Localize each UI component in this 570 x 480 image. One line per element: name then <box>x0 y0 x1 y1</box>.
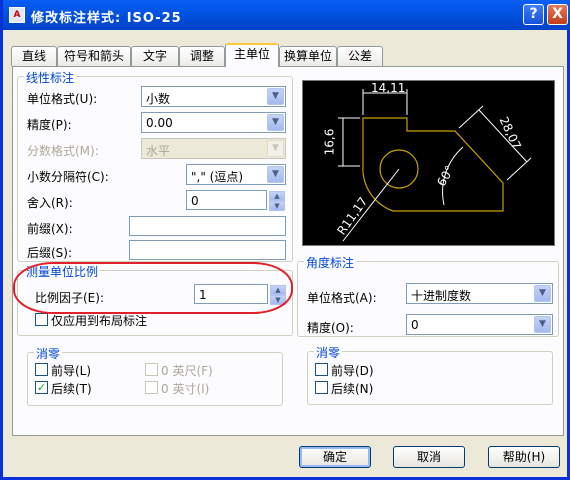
unit-format-value: 小数 <box>146 92 171 106</box>
tab-fit[interactable]: 调整 <box>179 46 225 66</box>
dimension-preview: 14,11 16,6 28,07 60° R11,17 <box>302 80 555 246</box>
scale-factor-input[interactable]: 1 ▲ ▼ <box>194 284 286 305</box>
chevron-down-icon: ▼ <box>267 140 284 157</box>
chevron-down-icon[interactable]: ▼ <box>267 88 284 105</box>
decimal-separator-value: "," (逗点) <box>191 170 244 184</box>
help-title-button[interactable]: ? <box>523 4 544 25</box>
round-off-label: 舍入(R): <box>27 196 73 210</box>
zero-feet-label: 0 英尺(F) <box>161 364 213 378</box>
prefix-label: 前缀(X): <box>27 222 73 236</box>
chevron-down-icon[interactable]: ▼ <box>534 316 551 333</box>
trailing-zero-checkbox[interactable]: ✓ <box>35 381 48 394</box>
round-off-spinner[interactable]: ▲ ▼ <box>269 191 285 211</box>
window-title: 修改标注样式: ISO-25 <box>31 11 182 26</box>
angular-trailing-zero-checkbox[interactable] <box>315 381 328 394</box>
precision-label: 精度(P): <box>27 118 72 132</box>
dialog-window: A 修改标注样式: ISO-25 ? X 直线 符号和箭头 文字 调整 主单位 … <box>0 0 570 480</box>
angular-leading-zero-label: 前导(D) <box>331 364 374 378</box>
zero-suppression-angular-label: 消零 <box>314 344 343 361</box>
leading-zero-label: 前导(L) <box>51 364 92 378</box>
angular-unit-format-label: 单位格式(A): <box>307 291 377 305</box>
help-button[interactable]: 帮助(H) <box>488 446 560 468</box>
tab-tolerances[interactable]: 公差 <box>337 46 383 66</box>
linear-group-label: 线性标注 <box>24 69 77 86</box>
unit-format-label: 单位格式(U): <box>27 92 98 106</box>
zero-inches-checkbox <box>145 381 158 394</box>
suffix-label: 后缀(S): <box>27 246 73 260</box>
angular-group-label: 角度标注 <box>304 254 357 271</box>
precision-select[interactable]: 0.00 ▼ <box>141 112 286 133</box>
preview-dim-left: 16,6 <box>322 128 337 156</box>
angular-leading-zero-checkbox[interactable] <box>315 363 328 376</box>
fraction-format-label: 分数格式(M): <box>27 144 99 158</box>
unit-format-select[interactable]: 小数 ▼ <box>141 86 286 107</box>
angular-precision-label: 精度(O): <box>307 321 354 335</box>
leading-zero-checkbox[interactable] <box>35 363 48 376</box>
ok-button[interactable]: 确定 <box>299 446 371 468</box>
chevron-down-icon[interactable]: ▼ <box>267 114 284 131</box>
suffix-input[interactable] <box>129 240 286 260</box>
app-icon: A <box>9 7 25 23</box>
preview-dim-top: 14,11 <box>371 81 406 95</box>
tab-alternate-units[interactable]: 换算单位 <box>279 46 337 66</box>
tab-primary-units[interactable]: 主单位 <box>225 43 279 67</box>
tab-panel: 线性标注 单位格式(U): 小数 ▼ 精度(P): 0.00 ▼ 分数格式(M)… <box>12 66 564 436</box>
prefix-input[interactable] <box>129 216 286 236</box>
cancel-button[interactable]: 取消 <box>393 446 465 468</box>
scale-factor-label: 比例因子(E): <box>35 291 104 305</box>
part-outline <box>362 117 504 212</box>
zero-suppression-linear-label: 消零 <box>34 345 63 362</box>
scale-factor-spinner[interactable]: ▲ ▼ <box>270 285 286 305</box>
angular-precision-select[interactable]: 0 ▼ <box>406 314 553 335</box>
fraction-format-value: 水平 <box>146 144 171 158</box>
zero-inches-label: 0 英寸(I) <box>161 382 210 396</box>
close-button[interactable]: X <box>547 4 568 25</box>
angular-unit-format-value: 十进制度数 <box>411 289 472 303</box>
tab-text[interactable]: 文字 <box>131 46 179 66</box>
layout-only-checkbox[interactable] <box>35 313 48 326</box>
fraction-format-select: 水平 ▼ <box>141 138 286 159</box>
decimal-separator-select[interactable]: "," (逗点) ▼ <box>186 164 286 185</box>
round-off-input[interactable]: 0 ▲ ▼ <box>186 190 285 211</box>
chevron-down-icon[interactable]: ▼ <box>534 285 551 302</box>
precision-value: 0.00 <box>146 116 173 130</box>
tab-lines[interactable]: 直线 <box>11 46 57 66</box>
chevron-down-icon[interactable]: ▼ <box>267 166 284 183</box>
zero-feet-checkbox <box>145 363 158 376</box>
round-off-value: 0 <box>191 194 199 208</box>
angular-precision-value: 0 <box>411 318 419 332</box>
tab-symbols-arrows[interactable]: 符号和箭头 <box>57 46 131 66</box>
angular-trailing-zero-label: 后续(N) <box>331 382 374 396</box>
title-bar[interactable]: A 修改标注样式: ISO-25 ? X <box>3 0 570 30</box>
layout-only-label: 仅应用到布局标注 <box>51 314 148 328</box>
trailing-zero-label: 后续(T) <box>51 382 92 396</box>
zero-suppression-linear-group: 消零 <box>27 345 283 406</box>
scale-factor-value: 1 <box>199 288 207 302</box>
scale-group-label: 测量单位比例 <box>24 263 101 280</box>
decimal-separator-label: 小数分隔符(C): <box>27 170 109 184</box>
angular-unit-format-select[interactable]: 十进制度数 ▼ <box>406 283 553 304</box>
